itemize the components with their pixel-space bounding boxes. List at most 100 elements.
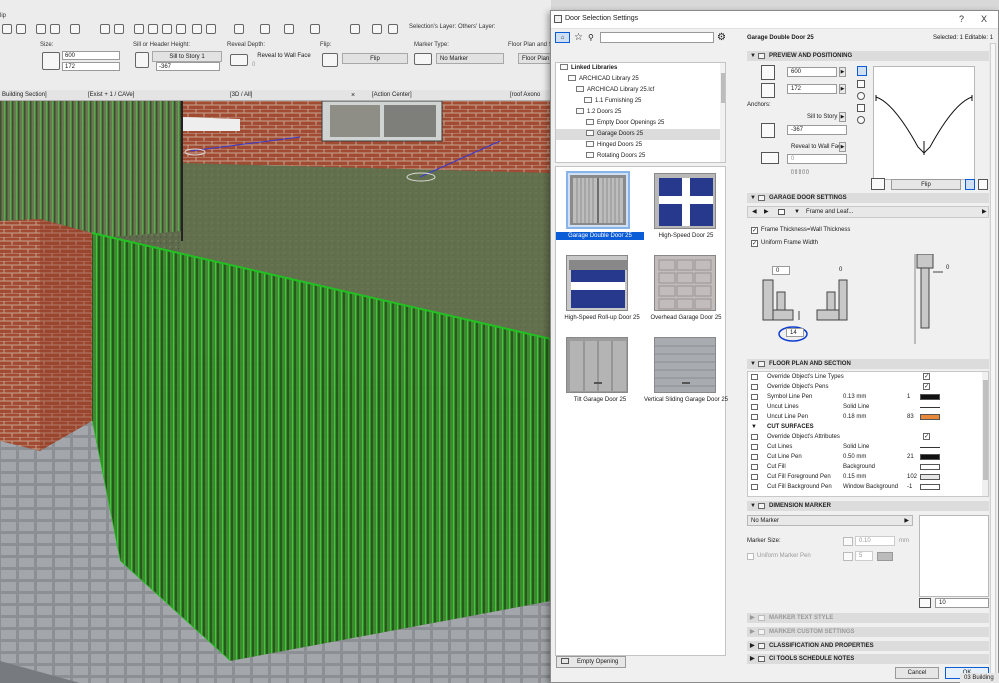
dialog-scrollbar[interactable] [989,43,997,683]
override-line-types-checkbox[interactable]: ✓ [923,373,930,380]
prop-row[interactable]: Cut Fill Background Pen Window Background… [747,482,977,492]
thumbnail-high-speed-rollup-door[interactable] [566,255,628,311]
preview-width-field[interactable]: 600 [787,67,837,77]
elevation-preview-icon[interactable] [857,104,865,112]
help-button[interactable]: ? [959,14,964,24]
sill-mode-select[interactable]: Sill to Story 1 [152,51,222,62]
2d-preview-icon[interactable] [857,66,867,76]
tab-exist[interactable]: [Exist + 1 / CAVe] [88,91,134,100]
anchor-position-icons[interactable]: ▯▯▯▯▯ [791,169,827,177]
thumbnail-high-speed-door[interactable] [654,173,716,229]
tab-close-icon[interactable]: × [351,91,355,100]
pointer-icon[interactable] [36,24,46,34]
prop-row[interactable]: Cut Lines Solid Line [747,442,977,452]
tab-3d-all[interactable]: [3D / All] [230,91,252,100]
section-marker-custom-settings[interactable]: ▶ MARKER CUSTOM SETTINGS [747,627,989,637]
uniform-frame-checkbox[interactable]: ✓ [751,240,758,247]
fill-swatch[interactable] [920,464,940,470]
section-preview-icon[interactable] [857,80,865,88]
tree-item-archicad-lcf[interactable]: ARCHICAD Library 25.lcf [556,85,725,96]
pen-color-swatch[interactable] [920,454,940,460]
favorites-star-icon[interactable]: ☆ [574,32,583,43]
frame-dim-a-field[interactable]: 0 [772,266,790,275]
tool-icon[interactable] [134,24,144,34]
page-selector[interactable]: ◀ ▶ ▼ Frame and Leaf... ▶ [747,206,989,218]
thumbnail-garage-double-door[interactable] [566,171,630,229]
prop-row[interactable]: Cut Fill Background [747,462,977,472]
frame-dim-d-value[interactable]: 0 [946,265,949,271]
page-dropdown-arrow-icon[interactable]: ▼ [794,209,800,215]
library-view-icon[interactable]: ⌂ [555,32,570,43]
pen-color-swatch[interactable] [920,484,940,490]
tool-icon[interactable] [114,24,124,34]
info-icon[interactable] [857,116,865,124]
section-marker-text-style[interactable]: ▶ MARKER TEXT STYLE [747,613,989,623]
thumbnail-vertical-sliding-garage-door[interactable] [654,337,716,393]
marker-type-select[interactable]: No Marker ▶ [747,515,913,526]
3d-preview-icon[interactable] [857,92,865,100]
library-tree[interactable]: Linked Libraries ARCHICAD Library 25 ARC… [555,62,726,163]
thumbnail-tilt-garage-door[interactable] [566,337,628,393]
sill-mode-label[interactable]: Sill to Story 1 [807,114,842,120]
preview-reveal-field[interactable]: 0 [787,154,847,164]
tree-item-empty-door-openings[interactable]: Empty Door Openings 25 [556,118,725,129]
empty-opening-button[interactable]: Empty Opening [556,656,626,668]
reveal-mode-label[interactable]: Reveal to Wall Face [791,144,844,150]
flag-icon[interactable] [192,24,202,34]
tool-icon[interactable] [162,24,172,34]
section-ci-tools[interactable]: ▶ CI TOOLS SCHEDULE NOTES [747,654,989,664]
prop-row[interactable]: Override Object's Pens ✓ [747,382,977,392]
prop-row[interactable]: Symbol Line Pen 0.13 mm 1 [747,392,977,402]
tool-icon[interactable] [260,24,270,34]
pen-color-swatch[interactable] [920,414,940,420]
section-preview-positioning[interactable]: ▼ PREVIEW AND POSITIONING [747,51,989,61]
prop-row[interactable]: Uncut Lines Solid Line [747,402,977,412]
reveal-mode-select[interactable]: Reveal to Wall Face [252,51,316,62]
tree-item-garage-doors[interactable]: Garage Doors 25 [556,129,725,140]
tool-icon[interactable] [148,24,158,34]
sill-value-field[interactable]: -367 [156,62,220,71]
prop-row[interactable]: Override Object's Line Types ✓ [747,372,977,382]
thumbnail-overhead-garage-door[interactable] [654,255,716,311]
tool-icon[interactable] [388,24,398,34]
height-field[interactable]: 172 [62,62,120,71]
section-floor-plan[interactable]: ▼ FLOOR PLAN AND SECTION [747,359,989,369]
tree-item-linked-libraries[interactable]: Linked Libraries [556,63,725,74]
tree-item-archicad-library[interactable]: ARCHICAD Library 25 [556,74,725,85]
tool-icon[interactable] [2,24,12,34]
pen-color-swatch[interactable] [920,474,940,480]
prop-group-header[interactable]: ▼ CUT SURFACES [747,422,977,432]
tool-icon[interactable] [234,24,244,34]
width-field[interactable]: 600 [62,51,120,60]
prop-row[interactable]: Uncut Line Pen 0.18 mm 83 [747,412,977,422]
close-button[interactable]: X [981,14,987,24]
tree-item-hinged-doors[interactable]: Hinged Doors 25 [556,140,725,151]
home-icon[interactable] [176,24,186,34]
tab-roof-axono[interactable]: [roof Axono [510,91,540,100]
preview-sill-field[interactable]: -367 [787,125,847,135]
tool-icon[interactable] [100,24,110,34]
flip-button[interactable]: Flip [891,179,961,190]
frame-thickness-checkbox[interactable]: ✓ [751,227,758,234]
next-page-icon[interactable]: ▶ [764,208,769,215]
tree-item-rotating-doors[interactable]: Rotating Doors 25 [556,151,725,162]
preview-height-field[interactable]: 172 [787,84,837,94]
section-garage-settings[interactable]: ▼ GARAGE DOOR SETTINGS [747,193,989,203]
search-icon[interactable]: ⚲ [588,32,594,43]
tool-icon[interactable] [372,24,382,34]
floor-plan-scrollbar[interactable] [982,372,988,496]
reveal-value[interactable]: 0 [252,62,255,68]
mirror-icon[interactable] [965,179,975,190]
dialog-titlebar[interactable]: Door Selection Settings ? X [551,11,998,29]
override-attributes-checkbox[interactable]: ✓ [923,433,930,440]
prop-row[interactable]: Override Object's Attributes ✓ [747,432,977,442]
tool-icon[interactable] [284,24,294,34]
tool-icon[interactable] [206,24,216,34]
tab-action-center[interactable]: [Action Center] [372,91,412,100]
sill-mode-stepper[interactable]: ▶ [839,112,846,122]
section-classification[interactable]: ▶ CLASSIFICATION AND PROPERTIES [747,641,989,651]
prop-row[interactable]: Cut Line Pen 0.50 mm 21 [747,452,977,462]
uniform-pen-field[interactable]: 5 [855,551,873,561]
uniform-pen-checkbox[interactable] [747,553,754,560]
tool-icon[interactable] [16,24,26,34]
